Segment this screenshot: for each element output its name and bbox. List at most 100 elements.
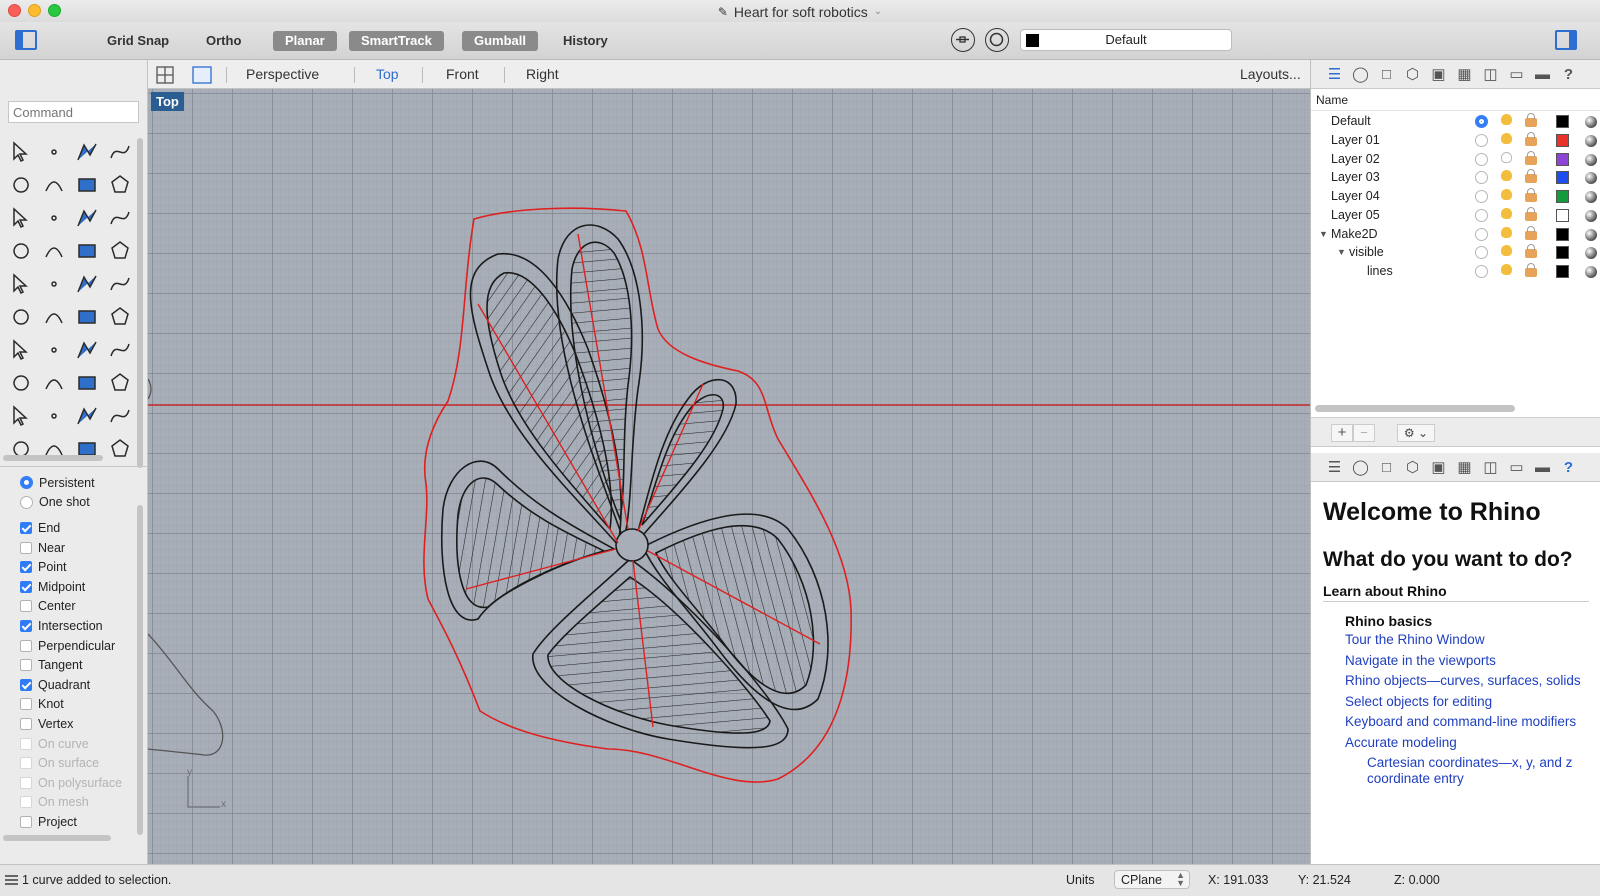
lock-icon[interactable] [1525, 113, 1537, 127]
osnap-hscrollbar[interactable] [3, 835, 111, 841]
current-layer-dropdown[interactable]: Default [1020, 29, 1232, 51]
cube-icon[interactable]: ⬡ [1402, 64, 1423, 85]
lock-icon[interactable] [1525, 206, 1537, 221]
help-link[interactable]: Accurate modeling [1345, 735, 1589, 751]
current-layer-radio[interactable] [1475, 227, 1488, 241]
offset-icon[interactable] [103, 267, 136, 300]
lightbulb-icon[interactable] [1501, 264, 1512, 275]
material-icon[interactable] [1585, 116, 1597, 128]
tab-front[interactable]: Front [446, 66, 479, 82]
osnap-item[interactable]: Vertex [20, 714, 138, 734]
layer-name[interactable]: visible [1349, 245, 1384, 259]
circle-icon[interactable] [4, 168, 37, 201]
osnap-item[interactable]: Midpoint [20, 577, 138, 597]
lightbulb-icon[interactable] [1501, 189, 1512, 200]
lock-icon[interactable] [1525, 150, 1537, 165]
osnap-item[interactable]: Point [20, 557, 138, 577]
layer-color-swatch[interactable] [1556, 152, 1569, 166]
grid-snap-button[interactable]: Grid Snap [103, 31, 173, 51]
top-viewport[interactable]: y x Top [148, 89, 1310, 864]
osnap-checkbox[interactable] [20, 717, 32, 730]
material-icon[interactable] [1585, 191, 1597, 203]
lightbulb-icon[interactable] [1501, 226, 1512, 238]
material-icon[interactable] [1585, 266, 1597, 278]
tab-perspective[interactable]: Perspective [246, 66, 319, 82]
units-button[interactable]: Units [1066, 873, 1094, 887]
explode-icon[interactable] [37, 234, 70, 267]
blend-curve-icon[interactable] [70, 267, 103, 300]
tool-palette-scrollbar[interactable] [137, 138, 143, 468]
layers-scrollbar[interactable] [1315, 405, 1515, 412]
history-button[interactable]: History [559, 31, 612, 51]
rotate-view-icon[interactable] [4, 399, 37, 432]
help-link-cartesian[interactable]: Cartesian coordinates—x, y, and z coordi… [1367, 755, 1589, 786]
osnap-checkbox[interactable] [20, 659, 32, 672]
persistent-radio[interactable] [20, 476, 33, 490]
lightbulb-icon[interactable] [1501, 245, 1512, 257]
split-icon[interactable] [37, 267, 70, 300]
viewport-title[interactable]: Top [151, 92, 184, 111]
osnap-checkbox[interactable] [20, 541, 32, 554]
dimension-icon[interactable] [37, 333, 70, 366]
osnap-item[interactable]: Perpendicular [20, 636, 138, 656]
osnap-checkbox[interactable] [20, 600, 32, 613]
lightbulb-icon[interactable] [1501, 207, 1512, 219]
curve-icon[interactable] [103, 135, 136, 168]
command-history-icon[interactable] [5, 875, 18, 885]
document-icon[interactable]: □ [1376, 457, 1397, 478]
help-link[interactable]: Tour the Rhino Window [1345, 632, 1589, 648]
layers-icon[interactable]: ☰ [1324, 64, 1345, 85]
current-layer-radio[interactable] [1475, 208, 1488, 222]
solid-icon[interactable] [103, 300, 136, 333]
osnap-checkbox[interactable] [20, 757, 32, 770]
layers-column-header[interactable]: Name [1311, 89, 1600, 111]
layer-name[interactable]: Default [1331, 114, 1371, 128]
transform-icon[interactable] [70, 300, 103, 333]
lock-icon[interactable] [1525, 225, 1537, 240]
layouts-button[interactable]: Layouts... [1240, 66, 1301, 82]
layer-name[interactable]: Layer 03 [1331, 170, 1380, 184]
osnap-checkbox[interactable] [20, 776, 32, 789]
actuator-petals[interactable] [440, 224, 829, 749]
help-icon[interactable]: ? [1558, 457, 1579, 478]
current-layer-radio[interactable] [1475, 171, 1488, 185]
material-icon[interactable] [1585, 228, 1597, 241]
snap-icon[interactable] [103, 399, 136, 432]
display-icon[interactable]: ▬ [1532, 457, 1553, 478]
layer-row[interactable]: lines [1311, 262, 1600, 281]
zoom-extents-icon[interactable] [103, 366, 136, 399]
one-shot-radio[interactable] [20, 495, 33, 509]
target-icon[interactable] [985, 28, 1009, 52]
fillet-icon[interactable] [70, 234, 103, 267]
lightbulb-icon[interactable] [1501, 170, 1512, 182]
layer-name[interactable]: Layer 04 [1331, 189, 1380, 203]
grid-array-icon[interactable] [4, 333, 37, 366]
osnap-scrollbar[interactable] [137, 505, 143, 835]
current-layer-radio[interactable] [1475, 190, 1488, 203]
layer-row[interactable]: Default [1311, 112, 1600, 131]
osnap-checkbox[interactable] [20, 639, 32, 652]
window-icon[interactable]: ▭ [1506, 457, 1527, 478]
sidebar-toggle-icon[interactable] [15, 30, 37, 50]
remove-layer-button[interactable]: − [1353, 424, 1375, 442]
layer-color-swatch[interactable] [1556, 133, 1569, 147]
tool-palette-hscrollbar[interactable] [3, 455, 103, 461]
help-link[interactable]: Select objects for editing [1345, 694, 1589, 710]
planar-button[interactable]: Planar [273, 31, 337, 51]
osnap-checkbox[interactable] [20, 678, 32, 691]
display-icon[interactable]: ▬ [1532, 64, 1553, 85]
add-layer-button[interactable]: + [1331, 424, 1353, 442]
osnap-item[interactable]: Intersection [20, 616, 138, 636]
printer-icon[interactable]: ◫ [1480, 457, 1501, 478]
osnap-item[interactable]: On polysurface [20, 773, 138, 793]
layer-row[interactable]: Layer 03 [1311, 168, 1600, 187]
group-icon[interactable] [4, 267, 37, 300]
tab-top[interactable]: Top [376, 66, 399, 82]
cplane-dropdown[interactable]: CPlane ▲ ▼ [1114, 870, 1190, 889]
layer-color-swatch[interactable] [1556, 208, 1569, 222]
render-icon[interactable] [4, 366, 37, 399]
extrude-surface-icon[interactable] [37, 201, 70, 234]
command-input[interactable] [8, 101, 139, 123]
layer-row[interactable]: Layer 04 [1311, 187, 1600, 206]
layer-row[interactable]: Layer 02 [1311, 150, 1600, 169]
